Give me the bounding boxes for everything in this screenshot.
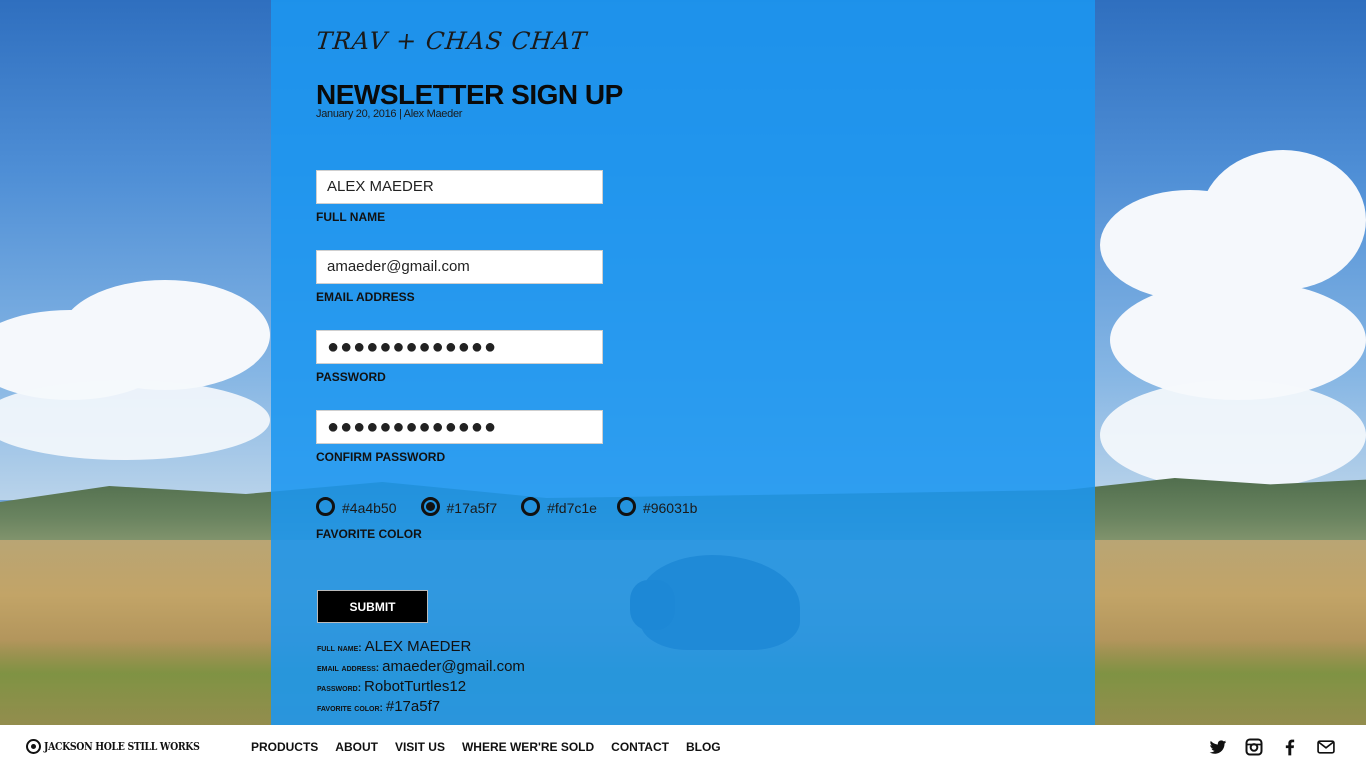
post-meta: January 20, 2016 | Alex Maeder bbox=[316, 108, 463, 120]
favorite-color-label: FAVORITE COLOR bbox=[316, 527, 422, 541]
summary-row: full name: ALEX MAEDER bbox=[317, 638, 525, 658]
nav-item-where-sold[interactable]: WHERE WER'RE SOLD bbox=[462, 740, 594, 754]
email-input[interactable]: amaeder@gmail.com bbox=[316, 250, 603, 284]
confirm-password-input[interactable]: ●●●●●●●●●●●●● bbox=[316, 410, 603, 444]
radio-button-selected[interactable] bbox=[420, 497, 440, 516]
mail-icon[interactable] bbox=[1316, 737, 1336, 757]
email-label: EMAIL ADDRESS bbox=[316, 290, 415, 304]
summary-row: favorite color: #17a5f7 bbox=[317, 698, 525, 718]
social-links bbox=[1208, 725, 1336, 768]
radio-button[interactable] bbox=[316, 497, 335, 516]
nav-item-contact[interactable]: CONTACT bbox=[611, 740, 669, 754]
facebook-icon[interactable] bbox=[1280, 737, 1300, 757]
color-option[interactable]: #17a5f7 bbox=[420, 497, 498, 516]
color-option-label: #4a4b50 bbox=[342, 500, 397, 516]
summary-value: ALEX MAEDER bbox=[364, 638, 472, 655]
summary-value: #17a5f7 bbox=[385, 698, 441, 715]
color-option[interactable]: #96031b bbox=[616, 497, 698, 516]
submission-summary: full name: ALEX MAEDER email address: am… bbox=[317, 638, 525, 718]
summary-row: password: RobotTurtles12 bbox=[317, 678, 525, 698]
submit-button[interactable]: SUBMIT bbox=[317, 590, 428, 623]
summary-row: email address: amaeder@gmail.com bbox=[317, 658, 525, 678]
logo-text: JACKSON HOLE STILL WORKS bbox=[44, 740, 200, 753]
twitter-icon[interactable] bbox=[1208, 737, 1228, 757]
color-option-label: #fd7c1e bbox=[547, 500, 597, 516]
email-group: amaeder@gmail.com EMAIL ADDRESS bbox=[316, 250, 603, 304]
nav-item-about[interactable]: ABOUT bbox=[335, 740, 378, 754]
instagram-icon[interactable] bbox=[1244, 737, 1264, 757]
summary-key: email address: bbox=[317, 663, 380, 674]
cloud bbox=[1100, 380, 1366, 490]
favorite-color-radios: #4a4b50 #17a5f7 #fd7c1e #96031b bbox=[316, 497, 719, 516]
full-name-input[interactable]: ALEX MAEDER bbox=[316, 170, 603, 204]
nav-item-products[interactable]: PRODUCTS bbox=[251, 740, 318, 754]
summary-key: favorite color: bbox=[317, 703, 383, 714]
bottom-navbar: JACKSON HOLE STILL WORKS PRODUCTS ABOUT … bbox=[0, 725, 1366, 768]
radio-button[interactable] bbox=[616, 497, 636, 516]
password-input[interactable]: ●●●●●●●●●●●●● bbox=[316, 330, 603, 364]
summary-key: password: bbox=[317, 683, 362, 694]
color-option-label: #17a5f7 bbox=[446, 500, 498, 516]
cloud bbox=[1200, 150, 1366, 290]
full-name-label: FULL NAME bbox=[316, 210, 386, 224]
full-name-group: ALEX MAEDER FULL NAME bbox=[316, 170, 603, 224]
site-logo[interactable]: JACKSON HOLE STILL WORKS bbox=[26, 739, 227, 754]
color-option[interactable]: #4a4b50 bbox=[316, 497, 397, 516]
color-option[interactable]: #fd7c1e bbox=[521, 497, 597, 516]
password-label: PASSWORD bbox=[316, 370, 386, 384]
radio-button[interactable] bbox=[521, 497, 541, 516]
color-option-label: #96031b bbox=[642, 500, 698, 516]
summary-value: RobotTurtles12 bbox=[364, 678, 467, 695]
confirm-password-group: ●●●●●●●●●●●●● CONFIRM PASSWORD bbox=[316, 410, 603, 464]
cloud bbox=[60, 280, 270, 390]
nav-item-blog[interactable]: BLOG bbox=[686, 740, 721, 754]
blog-title[interactable]: TRAV + CHAS CHAT bbox=[315, 27, 589, 55]
page-title: NEWSLETTER SIGN UP bbox=[316, 79, 623, 110]
summary-value: amaeder@gmail.com bbox=[382, 658, 525, 675]
summary-key: full name: bbox=[317, 643, 362, 654]
confirm-password-label: CONFIRM PASSWORD bbox=[316, 450, 446, 464]
password-group: ●●●●●●●●●●●●● PASSWORD bbox=[316, 330, 603, 384]
logo-icon bbox=[26, 739, 41, 754]
nav-item-visit-us[interactable]: VISIT US bbox=[395, 740, 445, 754]
